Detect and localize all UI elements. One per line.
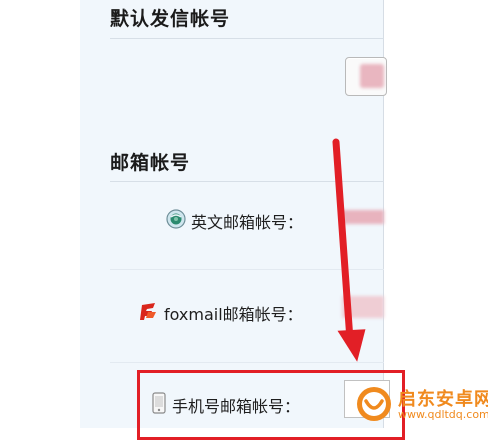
english-account-label: 英文邮箱帐号： <box>191 213 304 232</box>
globe-icon <box>165 208 187 234</box>
watermark-logo-icon <box>357 387 391 421</box>
foxmail-account-value <box>342 296 384 318</box>
foxmail-account-label: foxmail邮箱帐号： <box>164 305 303 324</box>
mail-accounts-heading: 邮箱帐号 <box>110 152 191 174</box>
watermark: 启东安卓网 www.qdltdq.com <box>352 383 488 428</box>
english-account-row: 英文邮箱帐号： <box>165 208 303 234</box>
default-sender-select[interactable] <box>345 57 387 96</box>
english-account-value <box>342 210 384 224</box>
row-divider <box>110 269 384 270</box>
default-sender-heading: 默认发信帐号 <box>110 8 231 30</box>
row-divider <box>110 362 384 363</box>
foxmail-account-row: foxmail邮箱帐号： <box>138 300 303 326</box>
watermark-url: www.qdltdq.com <box>398 408 488 421</box>
right-margin <box>384 0 488 428</box>
section-divider <box>110 38 384 39</box>
foxmail-logo-icon <box>138 300 160 326</box>
redacted-value <box>360 64 384 88</box>
section-divider <box>110 181 384 182</box>
